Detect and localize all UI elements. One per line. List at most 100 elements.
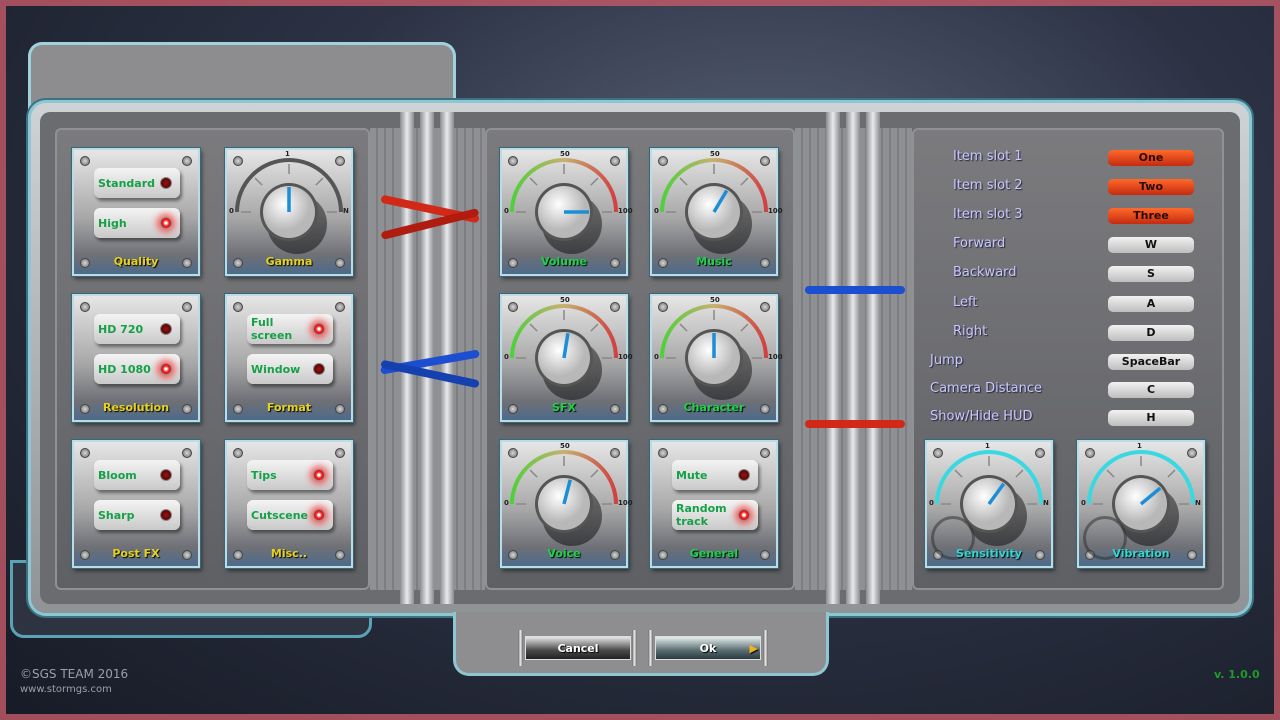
tile-label: Music bbox=[696, 255, 732, 268]
key-binding-button[interactable]: S bbox=[1108, 266, 1194, 282]
ok-button[interactable]: Ok ▶ bbox=[655, 636, 761, 660]
tile-label: Format bbox=[266, 401, 312, 414]
tile-label: Voice bbox=[547, 547, 581, 560]
dial-scale-label: 0 bbox=[1081, 499, 1086, 507]
key-binding-button[interactable]: SpaceBar bbox=[1108, 354, 1194, 370]
toggle-sharp[interactable]: Sharp bbox=[94, 500, 180, 530]
button-post bbox=[763, 630, 768, 666]
toggle-high[interactable]: High bbox=[94, 208, 180, 238]
music-tile: 0 50 100 Music bbox=[650, 148, 783, 276]
dial-scale-label: 0 bbox=[504, 207, 509, 215]
toggle-random-track[interactable]: Random track bbox=[672, 500, 758, 530]
format-tile: Full screen Window Format bbox=[225, 294, 353, 422]
button-post bbox=[518, 630, 523, 666]
binding-label: Item slot 1 bbox=[953, 149, 1023, 164]
gamma-tile: 0 1 N Gamma bbox=[225, 148, 353, 276]
volume-tile: 0 50 100 Volume bbox=[500, 148, 633, 276]
key-binding-button[interactable]: One bbox=[1108, 150, 1194, 166]
toggle-full-screen[interactable]: Full screen bbox=[247, 314, 333, 344]
dial-scale-label: 0 bbox=[229, 207, 234, 215]
dial-scale-label: 50 bbox=[560, 296, 570, 304]
tile-label: Post FX bbox=[112, 547, 160, 560]
dial-scale-label: 1 bbox=[985, 442, 990, 450]
dial-scale-label: N bbox=[1195, 499, 1201, 507]
rail bbox=[826, 112, 840, 604]
key-binding-button[interactable]: H bbox=[1108, 410, 1194, 426]
voice-tile: 0 50 100 Voice bbox=[500, 440, 633, 568]
key-binding-button[interactable]: A bbox=[1108, 296, 1194, 312]
key-binding-button[interactable]: Two bbox=[1108, 179, 1194, 195]
toggle-label: High bbox=[98, 216, 127, 230]
tile-label: Resolution bbox=[102, 401, 170, 414]
dial-scale-label: N bbox=[343, 207, 349, 215]
dial-scale-label: 0 bbox=[654, 353, 659, 361]
dial-scale-label: 0 bbox=[504, 499, 509, 507]
key-binding-button[interactable]: C bbox=[1108, 382, 1194, 398]
screw-icon bbox=[760, 448, 770, 458]
screw-icon bbox=[233, 302, 243, 312]
toggle-label: Random track bbox=[676, 502, 727, 528]
tile-label: Vibration bbox=[1112, 547, 1170, 560]
toggle-hd-720[interactable]: HD 720 bbox=[94, 314, 180, 344]
screw-icon bbox=[182, 156, 192, 166]
red-cable bbox=[805, 420, 905, 428]
screw-icon bbox=[182, 302, 192, 312]
screw-icon bbox=[335, 302, 345, 312]
dial-scale-label: 50 bbox=[560, 442, 570, 450]
version: v. 1.0.0 bbox=[1214, 668, 1260, 681]
toggle-cutscene[interactable]: Cutscene bbox=[247, 500, 333, 530]
binding-label: Camera Distance bbox=[930, 381, 1042, 396]
screw-icon bbox=[658, 448, 668, 458]
dial-scale-label: 100 bbox=[768, 353, 783, 361]
dial-scale-label: 100 bbox=[618, 207, 633, 215]
binding-label: Forward bbox=[953, 236, 1006, 251]
dial-scale-label: 1 bbox=[285, 150, 290, 158]
toggle-hd-1080[interactable]: HD 1080 bbox=[94, 354, 180, 384]
arrow-right-icon: ▶ bbox=[749, 642, 758, 655]
dial-scale-label: 50 bbox=[710, 150, 720, 158]
dial-scale-label: 100 bbox=[768, 207, 783, 215]
binding-label: Item slot 2 bbox=[953, 178, 1023, 193]
cancel-button[interactable]: Cancel bbox=[525, 636, 631, 660]
toggle-bloom[interactable]: Bloom bbox=[94, 460, 180, 490]
dial-scale-label: 50 bbox=[710, 296, 720, 304]
misc-tile: Tips Cutscene Misc.. bbox=[225, 440, 353, 568]
binding-label: Left bbox=[953, 295, 978, 310]
led-indicator-icon bbox=[160, 363, 172, 375]
led-indicator-icon bbox=[313, 323, 325, 335]
screw-icon bbox=[233, 448, 243, 458]
tile-label: Character bbox=[683, 401, 745, 414]
tile-label: Volume bbox=[541, 255, 587, 268]
toggle-label: Full screen bbox=[251, 316, 293, 342]
rail bbox=[400, 112, 414, 604]
key-binding-button[interactable]: D bbox=[1108, 325, 1194, 341]
dial-scale-label: 100 bbox=[618, 353, 633, 361]
key-binding-button[interactable]: W bbox=[1108, 237, 1194, 253]
dial-scale-label: 1 bbox=[1137, 442, 1142, 450]
led-indicator-icon bbox=[313, 363, 325, 375]
toggle-window[interactable]: Window bbox=[247, 354, 333, 384]
led-indicator-icon bbox=[313, 509, 325, 521]
toggle-label: Sharp bbox=[98, 508, 135, 522]
character-tile: 0 50 100 Character bbox=[650, 294, 783, 422]
website-link[interactable]: www.stormgs.com bbox=[20, 684, 112, 695]
blue-cable bbox=[805, 286, 905, 294]
ok-label: Ok bbox=[699, 642, 717, 655]
tile-label: Sensitivity bbox=[956, 547, 1022, 560]
led-indicator-icon bbox=[160, 217, 172, 229]
toggle-standard[interactable]: Standard bbox=[94, 168, 180, 198]
tile-label: General bbox=[689, 547, 739, 560]
toggle-mute[interactable]: Mute bbox=[672, 460, 758, 490]
led-indicator-icon bbox=[160, 469, 172, 481]
rail bbox=[846, 112, 860, 604]
toggle-tips[interactable]: Tips bbox=[247, 460, 333, 490]
sfx-tile: 0 50 100 SFX bbox=[500, 294, 633, 422]
key-binding-button[interactable]: Three bbox=[1108, 208, 1194, 224]
toggle-label: Cutscene bbox=[251, 508, 308, 522]
led-indicator-icon bbox=[738, 509, 750, 521]
quality-tile: Standard High Quality bbox=[72, 148, 200, 276]
tile-label: SFX bbox=[552, 401, 576, 414]
toggle-label: Standard bbox=[98, 176, 156, 190]
dialog-tab bbox=[453, 612, 829, 676]
binding-label: Item slot 3 bbox=[953, 207, 1023, 222]
